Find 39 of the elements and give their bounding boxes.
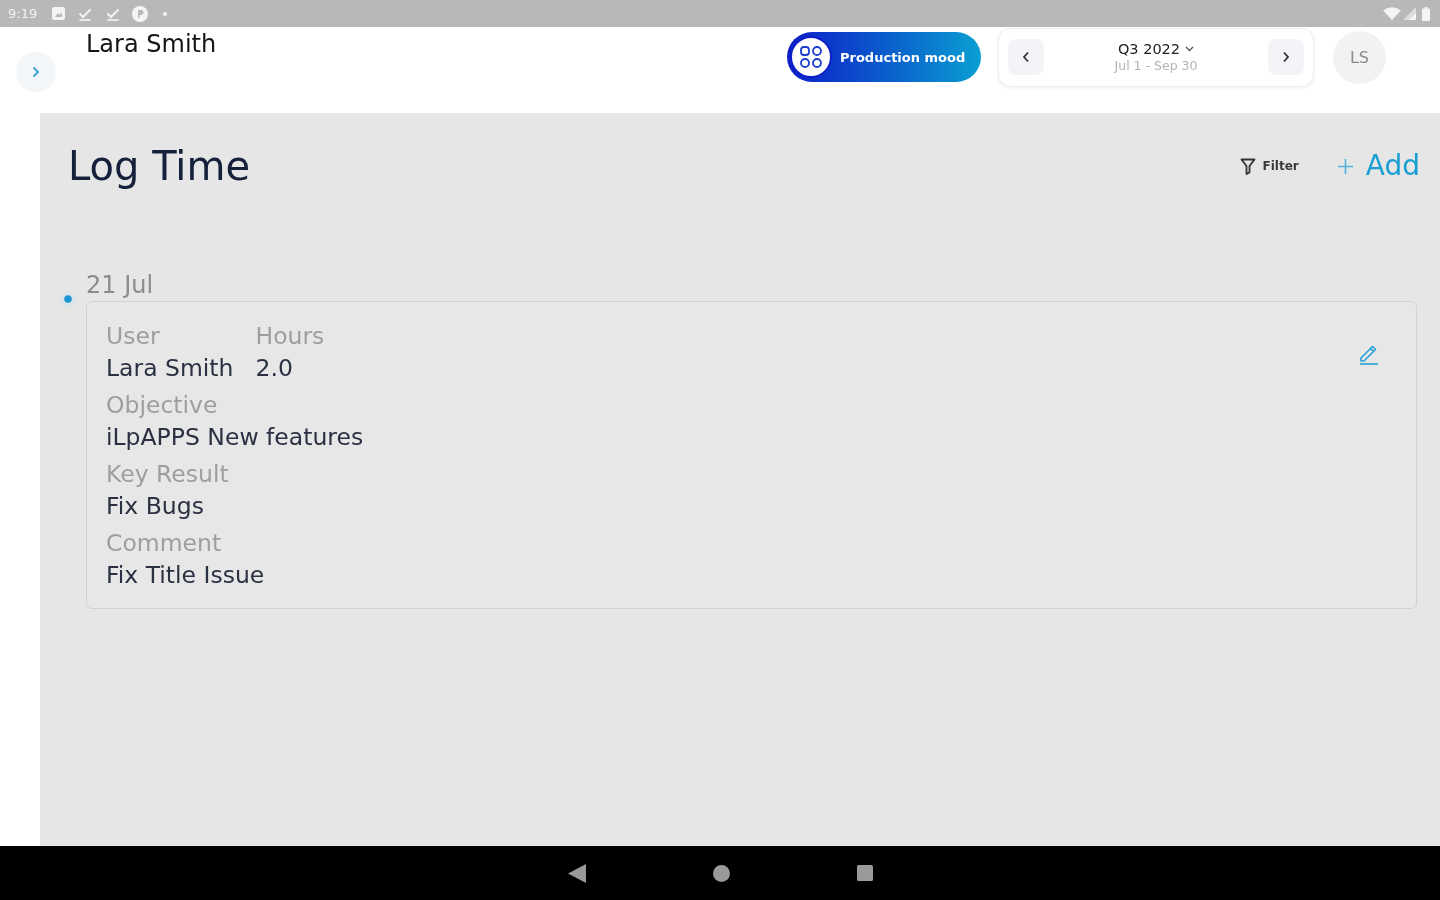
filter-icon xyxy=(1239,157,1256,175)
chevron-right-icon xyxy=(1282,51,1290,63)
signal-icon xyxy=(1403,7,1416,20)
field-value: 2.0 xyxy=(255,353,294,384)
wifi-icon xyxy=(1383,7,1401,20)
caret-down-icon xyxy=(1185,46,1195,52)
status-time: 9:19 xyxy=(8,5,38,22)
filter-button[interactable]: Filter xyxy=(1239,157,1299,175)
logo-icon xyxy=(790,36,832,78)
production-mode-button[interactable]: Production mood xyxy=(787,32,981,82)
circle-app-icon xyxy=(132,5,149,22)
field-value: iLpAPPS New features xyxy=(106,422,364,453)
chevron-right-icon xyxy=(32,66,40,78)
field-value: Fix Title Issue xyxy=(106,560,265,591)
field-label: Key Result xyxy=(106,459,229,490)
field-value: Lara Smith xyxy=(106,353,234,384)
next-period-button[interactable] xyxy=(1268,39,1304,75)
check-icon xyxy=(78,6,93,21)
field-label: User xyxy=(106,321,161,352)
period-range: Jul 1 - Sep 30 xyxy=(1114,58,1198,74)
check-icon xyxy=(106,6,121,21)
field-label: Comment xyxy=(106,528,223,559)
quarter-dropdown[interactable]: Q3 2022 xyxy=(1117,40,1195,58)
battery-icon xyxy=(1422,6,1430,21)
field-value: Fix Bugs xyxy=(106,491,205,522)
field-label: Objective xyxy=(106,390,219,421)
timeline-dot-icon xyxy=(60,291,76,307)
back-icon[interactable] xyxy=(567,863,586,883)
chevron-left-icon xyxy=(1022,51,1030,63)
image-icon xyxy=(52,7,66,20)
previous-period-button[interactable] xyxy=(1008,39,1044,75)
page-title: Log Time xyxy=(68,142,251,190)
home-icon[interactable] xyxy=(712,864,730,882)
entry-date: 21 Jul xyxy=(86,270,155,300)
plus-icon xyxy=(1336,157,1354,175)
field-label: Hours xyxy=(255,321,325,352)
user-name: Lara Smith xyxy=(86,29,217,59)
recents-icon[interactable] xyxy=(856,865,873,881)
dot-icon xyxy=(163,11,168,16)
